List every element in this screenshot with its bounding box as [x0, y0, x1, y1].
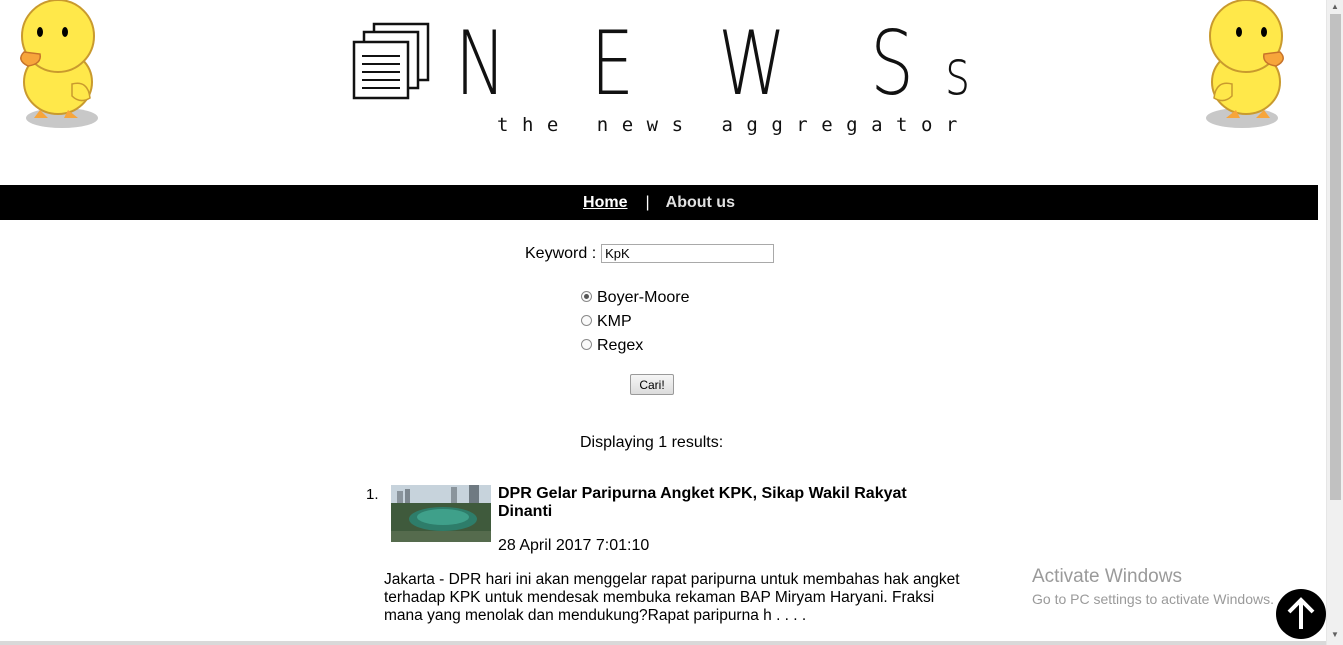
site-title: N E W Ss	[455, 14, 1001, 123]
radio-label-boyer-moore: Boyer-Moore	[597, 289, 690, 306]
result-title[interactable]: DPR Gelar Paripurna Angket KPK, Sikap Wa…	[498, 485, 938, 521]
radio-boyer-moore[interactable]	[581, 291, 592, 302]
keyword-row: Keyword :	[525, 244, 775, 263]
main-navbar: Home | About us	[0, 185, 1318, 220]
bottom-divider	[0, 641, 1326, 645]
radio-label-kmp: KMP	[597, 313, 632, 330]
nav-separator: |	[645, 193, 650, 211]
radio-regex[interactable]	[581, 339, 592, 350]
result-date: 28 April 2017 7:01:10	[498, 537, 650, 554]
activation-watermark: Activate Windows Go to PC settings to ac…	[1032, 566, 1274, 607]
site-title-suffix: s	[945, 36, 1002, 109]
scroll-up-arrow-icon[interactable]: ▲	[1331, 2, 1339, 11]
result-count-text: Displaying 1 results:	[580, 434, 724, 451]
duck-mascot-left-icon	[20, 0, 98, 128]
site-tagline: the news aggregator	[497, 114, 971, 136]
result-thumbnail[interactable]	[391, 485, 491, 542]
algorithm-option-boyer-moore[interactable]: Boyer-Moore	[581, 286, 689, 310]
radio-kmp[interactable]	[581, 315, 592, 326]
scroll-down-arrow-icon[interactable]: ▼	[1331, 630, 1339, 639]
back-to-top-button[interactable]	[1276, 589, 1326, 639]
page-scrollbar[interactable]: ▲ ▼	[1326, 0, 1343, 645]
watermark-title: Activate Windows	[1032, 566, 1182, 587]
algorithm-options: Boyer-Moore KMP Regex	[581, 286, 689, 358]
duck-mascot-right-icon	[1206, 0, 1284, 128]
keyword-input[interactable]	[601, 244, 775, 263]
keyword-label: Keyword :	[525, 244, 597, 262]
watermark-subtitle: Go to PC settings to activate Windows.	[1032, 591, 1274, 607]
result-snippet: Jakarta - DPR hari ini akan menggelar ra…	[384, 571, 960, 624]
result-number: 1.	[366, 486, 379, 503]
arrow-up-icon	[1287, 597, 1315, 629]
documents-stack-icon	[352, 22, 430, 100]
scrollbar-thumb[interactable]	[1330, 14, 1341, 500]
search-submit-button[interactable]: Cari!	[630, 374, 674, 395]
nav-about-link[interactable]: About us	[666, 194, 735, 212]
site-title-main: N E W S	[455, 12, 946, 115]
algorithm-option-kmp[interactable]: KMP	[581, 310, 689, 334]
radio-label-regex: Regex	[597, 337, 644, 354]
nav-home-link[interactable]: Home	[583, 194, 627, 212]
algorithm-option-regex[interactable]: Regex	[581, 334, 689, 358]
